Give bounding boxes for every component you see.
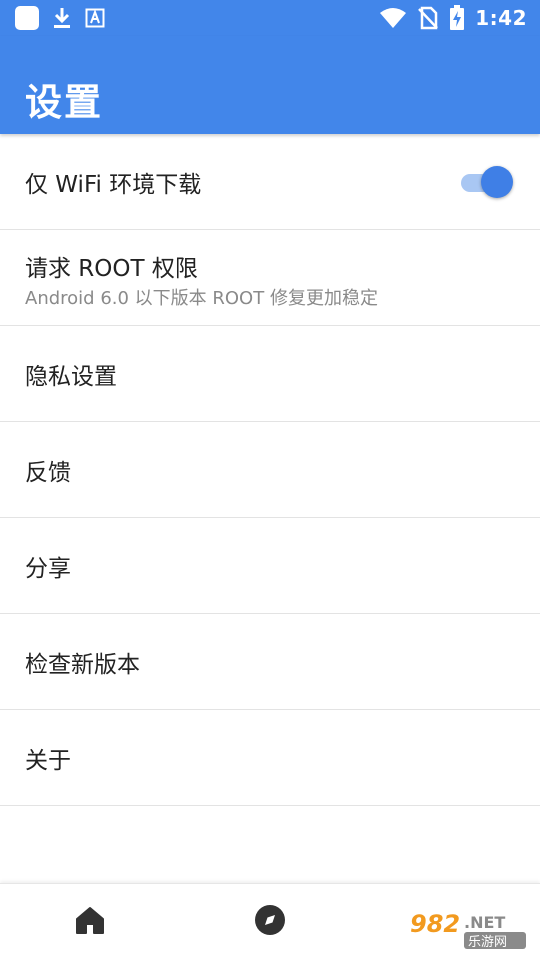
setting-title: 隐私设置 (25, 363, 117, 390)
toggle-thumb (481, 165, 513, 198)
svg-text:982: 982 (410, 910, 460, 938)
download-icon (52, 6, 72, 30)
setting-wifi-only-download[interactable]: 仅 WiFi 环境下载 (0, 134, 540, 230)
svg-text:.NET: .NET (464, 913, 505, 932)
watermark-logo: 982 .NET 乐游网 (402, 906, 532, 954)
status-right-icons: 1:42 (379, 5, 527, 31)
status-left-icons (15, 6, 105, 30)
app-square-icon (15, 6, 39, 30)
app-bar: 设置 (0, 36, 540, 134)
setting-about[interactable]: 关于 (0, 710, 540, 806)
page-title: 设置 (25, 81, 103, 124)
screen: 1:42 设置 仅 WiFi 环境下载 请求 ROOT 权限 Android 6… (0, 0, 540, 960)
setting-title: 检查新版本 (25, 651, 140, 678)
setting-title: 关于 (25, 747, 71, 774)
setting-share[interactable]: 分享 (0, 518, 540, 614)
setting-title: 请求 ROOT 权限 (25, 256, 198, 282)
wifi-only-toggle[interactable] (461, 165, 513, 198)
status-time: 1:42 (475, 6, 527, 30)
setting-check-update[interactable]: 检查新版本 (0, 614, 540, 710)
a-box-icon (85, 8, 105, 28)
compass-icon (254, 904, 286, 940)
setting-title: 仅 WiFi 环境下载 (25, 171, 202, 198)
nav-discover[interactable] (230, 884, 310, 960)
setting-feedback[interactable]: 反馈 (0, 422, 540, 518)
setting-subtitle: Android 6.0 以下版本 ROOT 修复更加稳定 (25, 288, 378, 309)
setting-request-root[interactable]: 请求 ROOT 权限 Android 6.0 以下版本 ROOT 修复更加稳定 (0, 230, 540, 326)
setting-title: 分享 (25, 555, 71, 582)
home-icon (74, 904, 106, 940)
nav-home[interactable] (50, 884, 130, 960)
setting-privacy[interactable]: 隐私设置 (0, 326, 540, 422)
wifi-icon (379, 7, 407, 29)
setting-title: 反馈 (25, 459, 71, 486)
no-sim-icon (417, 6, 439, 30)
settings-list: 仅 WiFi 环境下载 请求 ROOT 权限 Android 6.0 以下版本 … (0, 134, 540, 806)
status-bar: 1:42 (0, 0, 540, 36)
svg-text:乐游网: 乐游网 (468, 935, 507, 950)
battery-charging-icon (449, 5, 465, 31)
